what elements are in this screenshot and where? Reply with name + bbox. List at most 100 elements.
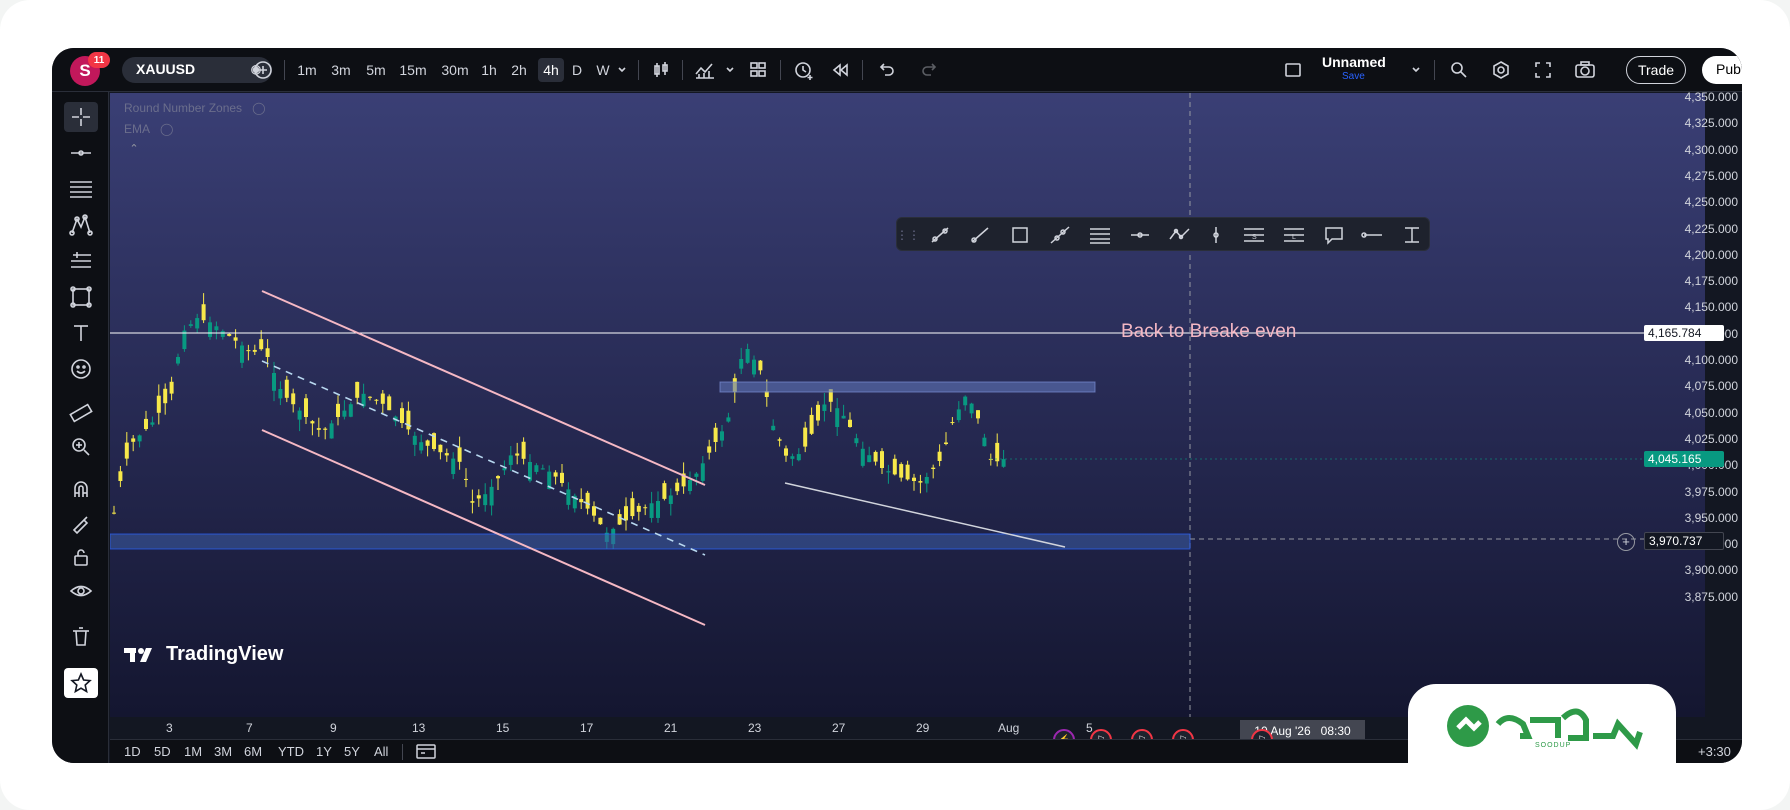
zoom-in-icon[interactable] [64,432,98,462]
interval-d[interactable]: D [568,58,586,82]
vertical-line-icon[interactable] [1203,223,1229,247]
indicator-legend-ema[interactable]: EMA ◯ [124,122,173,136]
collapse-legend-icon[interactable]: ⌃ [124,142,144,158]
price-axis[interactable]: 4,350.000 4,325.000 4,300.000 4,275.000 4,25… [1685,90,1742,717]
settings-icon[interactable] [1488,58,1514,82]
stay-in-drawing-mode-icon[interactable] [64,508,98,538]
short-position-icon[interactable]: S [1241,223,1267,247]
replay-icon[interactable] [826,58,854,82]
eye-icon[interactable] [64,576,98,606]
layout-grid-icon[interactable] [745,58,771,82]
candle-body [700,463,705,481]
range-3m[interactable]: 3M [214,744,232,759]
divider [862,60,863,80]
callout-icon[interactable] [1321,223,1347,247]
interval-w[interactable]: W [593,58,613,82]
chevron-down-icon[interactable] [722,58,738,82]
quick-search-icon[interactable] [1446,58,1472,82]
interval-1h[interactable]: 1h [478,58,500,82]
long-position-icon[interactable]: L [1281,223,1307,247]
divider [682,60,683,80]
rectangle-icon[interactable] [64,282,98,312]
candles-chart-type-icon[interactable] [648,58,674,82]
tradingview-logo-icon [124,647,152,662]
range-ytd[interactable]: YTD [278,744,304,759]
ray-icon[interactable] [967,223,993,247]
chart-canvas[interactable] [110,93,1705,717]
compare-add-icon[interactable] [250,58,276,82]
date-price-range-icon[interactable] [1399,223,1425,247]
fib-retracement-icon[interactable] [64,174,98,204]
rectangle-icon[interactable] [1007,223,1033,247]
interval-2h[interactable]: 2h [507,58,531,82]
range-1y[interactable]: 1Y [316,744,332,759]
layout-name[interactable]: Unnamed [1322,54,1386,70]
candle-body [790,456,795,459]
lock-icon[interactable] [64,542,98,572]
camera-icon[interactable] [1572,58,1598,82]
interval-3m[interactable]: 3m [328,58,354,82]
candle-body [841,415,846,419]
candle-body [521,441,526,459]
timezone-label[interactable]: +3:30 [1698,744,1731,759]
candle-body [956,409,961,421]
range-1m[interactable]: 1M [184,744,202,759]
notification-badge[interactable]: 11 [88,52,110,68]
annotation-text[interactable]: Back to Breake even [1121,321,1296,343]
crosshair-icon[interactable] [64,102,98,132]
price-tick: 4,300.000 [1684,142,1738,157]
date-range-icon[interactable] [414,742,438,763]
candle-body [150,422,155,425]
horizontal-line-icon[interactable] [1127,223,1153,247]
fullscreen-icon[interactable] [1530,58,1556,82]
chart-pane[interactable]: Round Number Zones ◯ EMA ◯ ⌃ Back to Break… [110,93,1705,717]
drag-handle-icon[interactable]: ⋮⋮ [896,223,920,247]
indicators-icon[interactable] [692,58,718,82]
trend-line-icon[interactable] [64,138,98,168]
ruler-icon[interactable] [64,398,98,428]
candle-body [220,331,225,337]
horizontal-ray-icon[interactable] [1359,223,1385,247]
interval-4h[interactable]: 4h [538,58,564,82]
add-alert-plus-icon[interactable]: + [1617,533,1635,551]
candle-body [240,345,244,363]
floating-drawing-toolbar: ⋮⋮ S L [896,217,1430,251]
range-5d[interactable]: 5D [154,744,171,759]
candle-body [118,471,123,481]
hidden-eye-icon[interactable]: ◯ [252,101,265,115]
indicator-legend-round-number-zones[interactable]: Round Number Zones ◯ [124,101,266,115]
text-icon[interactable] [64,318,98,348]
candle-body [438,444,443,453]
interval-1m[interactable]: 1m [294,58,320,82]
redo-icon[interactable] [916,58,944,82]
prediction-icon[interactable] [64,246,98,276]
interval-15m[interactable]: 15m [396,58,430,82]
emoji-icon[interactable] [64,354,98,384]
range-all[interactable]: All [374,744,388,759]
trash-icon[interactable] [64,622,98,652]
candle-body [508,455,513,465]
path-icon[interactable] [1167,223,1193,247]
interval-30m[interactable]: 30m [437,58,473,82]
favorites-star-icon[interactable] [64,668,98,698]
chevron-down-icon[interactable] [614,58,630,82]
trend-line-icon[interactable] [927,223,953,247]
candle-body [348,404,353,417]
undo-icon[interactable] [872,58,900,82]
alert-icon[interactable] [790,58,818,82]
channel-midline [261,360,706,556]
publish-button[interactable]: Pub [1702,56,1742,84]
pattern-icon[interactable] [64,210,98,240]
chevron-down-icon[interactable] [1408,58,1424,82]
layout-square-icon[interactable] [1280,58,1306,82]
hidden-eye-icon[interactable]: ◯ [160,122,173,136]
range-1d[interactable]: 1D [124,744,141,759]
trade-button[interactable]: Trade [1626,56,1686,84]
candle-body [540,468,545,470]
extended-line-icon[interactable] [1047,223,1073,247]
range-6m[interactable]: 6M [244,744,262,759]
fib-retracement-icon[interactable] [1087,223,1113,247]
magnet-icon[interactable] [64,474,98,504]
interval-5m[interactable]: 5m [363,58,389,82]
range-5y[interactable]: 5Y [344,744,360,759]
